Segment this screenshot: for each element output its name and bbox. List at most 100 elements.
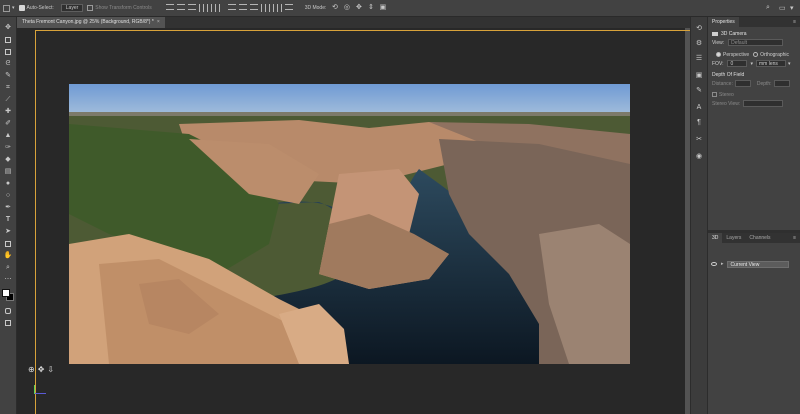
stereo-label: Stereo bbox=[719, 91, 734, 98]
panel-menu-icon[interactable]: ≡ bbox=[793, 233, 800, 243]
stamp-tool-icon[interactable]: ▲ bbox=[4, 131, 13, 140]
fov-input[interactable]: 0 bbox=[727, 60, 748, 67]
eraser-tool-icon[interactable]: ◆ bbox=[4, 155, 13, 164]
workspace-dropdown-icon[interactable]: ▾ bbox=[790, 4, 794, 12]
show-transform-controls-checkbox[interactable]: Show Transform Controls bbox=[87, 5, 152, 11]
path-select-tool-icon[interactable]: ➤ bbox=[4, 227, 13, 236]
distance-label: Distance: bbox=[712, 80, 733, 87]
current-view-item[interactable]: Current View bbox=[726, 260, 789, 268]
gizmo-move-icon[interactable]: ✥ bbox=[38, 365, 45, 374]
distance-input[interactable] bbox=[734, 80, 751, 87]
history-brush-tool-icon[interactable]: ✑ bbox=[4, 143, 13, 152]
auto-align-icon[interactable] bbox=[284, 4, 293, 10]
align-right-icon[interactable] bbox=[214, 4, 220, 12]
lens-select[interactable]: mm lens bbox=[756, 60, 786, 67]
character-icon[interactable]: A bbox=[695, 104, 703, 112]
color-swatches[interactable] bbox=[2, 289, 14, 301]
y-axis-line bbox=[34, 385, 35, 394]
more-tools-icon[interactable]: ⋯ bbox=[4, 275, 13, 284]
eyedropper-tool-icon[interactable]: ⟋ bbox=[4, 95, 13, 104]
options-bar: ▾ Auto-Select: Layer Show Transform Cont… bbox=[0, 0, 800, 17]
stereo-view-select[interactable] bbox=[743, 100, 784, 107]
projection-row: Perspective Orthographic bbox=[708, 50, 800, 59]
align-top-icon[interactable] bbox=[165, 4, 174, 10]
pen-tool-icon[interactable]: ✒ bbox=[4, 203, 13, 212]
chevron-down-icon[interactable]: ▾ bbox=[750, 61, 753, 67]
view-select[interactable]: Default bbox=[728, 39, 784, 46]
align-left-icon[interactable] bbox=[198, 4, 204, 12]
libraries-icon[interactable]: ▣ bbox=[695, 72, 703, 80]
tab-3d[interactable]: 3D bbox=[708, 233, 723, 243]
dodge-tool-icon[interactable]: ○ bbox=[4, 191, 13, 200]
marquee-tool-icon[interactable] bbox=[4, 47, 13, 56]
brush-settings-icon[interactable]: ✎ bbox=[695, 87, 703, 95]
layer-select-dropdown[interactable]: Layer bbox=[58, 4, 84, 12]
3d-pan-icon[interactable]: ✥ bbox=[354, 3, 363, 12]
type-tool-icon[interactable]: T bbox=[4, 215, 13, 224]
close-icon[interactable]: × bbox=[157, 19, 160, 25]
search-icon[interactable]: ⌕ bbox=[766, 4, 770, 12]
dof-row: Distance: Depth: bbox=[708, 79, 800, 88]
distribute-center-icon[interactable] bbox=[268, 4, 274, 12]
panel-menu-icon[interactable]: ≡ bbox=[793, 17, 800, 27]
healing-tool-icon[interactable]: ✚ bbox=[4, 107, 13, 116]
align-center-icon[interactable] bbox=[206, 4, 212, 12]
document-tab[interactable]: Theta Fremont Canyon.jpg @ 25% (Backgrou… bbox=[17, 17, 165, 28]
distribute-left-icon[interactable] bbox=[260, 4, 266, 12]
distribute-middle-icon[interactable] bbox=[238, 4, 247, 10]
dock-separator bbox=[695, 68, 703, 70]
chevron-down-icon[interactable]: ▾ bbox=[788, 61, 791, 67]
zoom-tool-icon[interactable]: ⌕ bbox=[4, 263, 13, 272]
quick-select-tool-icon[interactable]: ✎ bbox=[4, 71, 13, 80]
quick-mask-icon[interactable] bbox=[4, 306, 13, 315]
blur-tool-icon[interactable]: ● bbox=[4, 179, 13, 188]
tool-presets-icon[interactable]: ✂ bbox=[695, 136, 703, 144]
shape-tool-icon[interactable] bbox=[4, 239, 13, 248]
workspace-icon[interactable]: ▭ bbox=[779, 4, 786, 12]
adjustments-icon[interactable]: ⚙ bbox=[695, 40, 703, 48]
hand-tool-icon[interactable]: ✋ bbox=[4, 251, 13, 260]
tab-layers[interactable]: Layers bbox=[722, 233, 745, 243]
view-label: View: bbox=[712, 39, 725, 46]
3d-icon[interactable]: ◉ bbox=[695, 153, 703, 161]
canvas-workspace[interactable]: ⊕ ✥ ⇩ bbox=[17, 28, 701, 414]
gradient-tool-icon[interactable]: ▤ bbox=[4, 167, 13, 176]
distribute-right-icon[interactable] bbox=[276, 4, 282, 12]
gizmo-rotate-icon[interactable]: ⊕ bbox=[28, 365, 35, 374]
3d-axis-gizmo[interactable]: ⊕ ✥ ⇩ bbox=[28, 365, 54, 374]
tab-channels[interactable]: Channels bbox=[745, 233, 774, 243]
align-bottom-icon[interactable] bbox=[187, 4, 196, 10]
perspective-radio[interactable] bbox=[716, 52, 721, 57]
foreground-color-swatch[interactable] bbox=[2, 289, 10, 297]
history-icon[interactable]: ⟲ bbox=[695, 25, 703, 33]
3d-slide-icon[interactable]: ⇕ bbox=[366, 3, 375, 12]
crop-tool-icon[interactable]: ⌗ bbox=[4, 83, 13, 92]
panel-dock-icons: ⟲ ⚙ ☰ ▣ ✎ A ¶ ✂ ◉ bbox=[690, 17, 708, 414]
3d-roll-icon[interactable]: ◎ bbox=[342, 3, 351, 12]
eye-icon[interactable] bbox=[711, 262, 717, 266]
artboard-tool-icon[interactable] bbox=[4, 35, 13, 44]
auto-select-checkbox[interactable]: Auto-Select: bbox=[18, 5, 54, 11]
3d-rotate-icon[interactable]: ⟲ bbox=[330, 3, 339, 12]
move-tool-icon[interactable]: ✥ bbox=[4, 23, 13, 32]
distribute-top-icon[interactable] bbox=[227, 4, 236, 10]
tab-properties[interactable]: Properties bbox=[708, 17, 739, 27]
canvas-image[interactable] bbox=[69, 84, 630, 364]
brush-tool-icon[interactable]: ✐ bbox=[4, 119, 13, 128]
paragraph-icon[interactable]: ¶ bbox=[695, 119, 703, 127]
screen-mode-icon[interactable] bbox=[4, 318, 13, 327]
properties-icon[interactable]: ☰ bbox=[695, 55, 703, 63]
lasso-tool-icon[interactable]: ᘓ bbox=[4, 59, 13, 68]
align-middle-icon[interactable] bbox=[176, 4, 185, 10]
depth-input[interactable] bbox=[773, 80, 790, 87]
move-tool-preset-icon[interactable]: ▾ bbox=[3, 4, 15, 12]
dock-separator bbox=[695, 132, 703, 134]
orthographic-radio[interactable] bbox=[753, 52, 759, 57]
dock-separator bbox=[695, 149, 703, 151]
properties-panel: Properties ≡ 3D Camera View: Default Per… bbox=[708, 17, 800, 217]
gizmo-scale-icon[interactable]: ⇩ bbox=[47, 365, 54, 374]
distribute-bottom-icon[interactable] bbox=[249, 4, 258, 10]
list-item[interactable]: ▸ Current View bbox=[708, 259, 800, 269]
stereo-checkbox[interactable] bbox=[712, 92, 717, 97]
3d-scale-icon[interactable]: ▣ bbox=[378, 3, 387, 12]
